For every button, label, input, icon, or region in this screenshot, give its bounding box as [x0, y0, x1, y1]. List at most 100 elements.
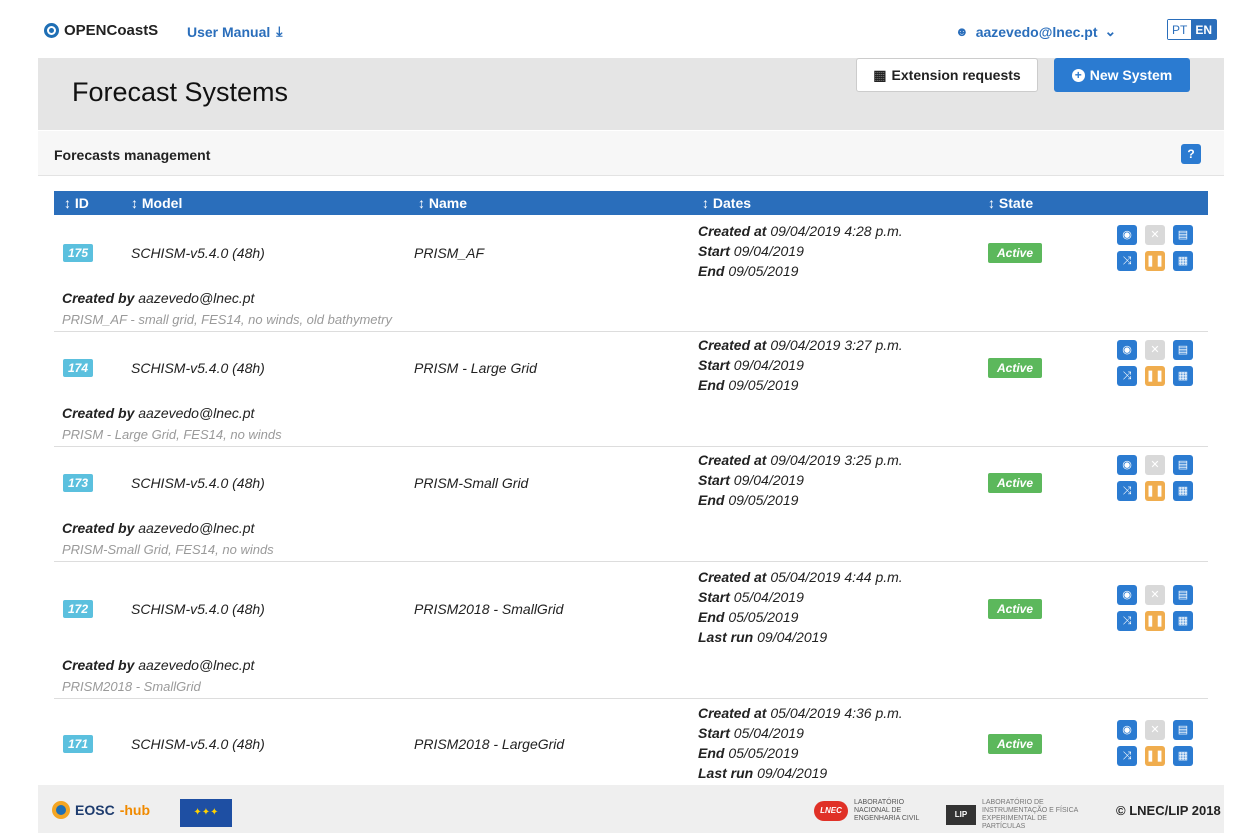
brand-link[interactable]: OPENCoastS: [44, 22, 158, 39]
row-actions: ◉ ✕ ▤ ⤨ ❚❚ ▦: [1117, 585, 1199, 631]
delete-button[interactable]: ✕: [1145, 340, 1165, 360]
pause-button[interactable]: ❚❚: [1145, 746, 1165, 766]
model-cell: SCHISM-v5.4.0 (48h): [131, 736, 265, 752]
shuffle-button[interactable]: ⤨: [1117, 366, 1137, 386]
pause-button[interactable]: ❚❚: [1145, 251, 1165, 271]
eosc-hub-text: -hub: [119, 802, 151, 818]
calendar-button[interactable]: ▦: [1173, 746, 1193, 766]
shuffle-icon: ⤨: [1122, 255, 1132, 267]
column-label: Name: [428, 195, 468, 211]
calendar-button[interactable]: ▦: [1173, 366, 1193, 386]
status-badge: Active: [988, 243, 1042, 263]
user-manual-link[interactable]: User Manual ⤓: [187, 23, 282, 40]
view-button[interactable]: ◉: [1117, 720, 1137, 740]
print-button[interactable]: ▤: [1173, 455, 1193, 475]
lang-pt-button[interactable]: PT: [1168, 20, 1192, 39]
eye-icon: ◉: [1122, 229, 1132, 241]
column-header-state[interactable]: ↕ State: [988, 195, 1033, 211]
shuffle-button[interactable]: ⤨: [1117, 481, 1137, 501]
print-button[interactable]: ▤: [1173, 340, 1193, 360]
table-row: 172 SCHISM-v5.4.0 (48h) PRISM2018 - Smal…: [54, 562, 1208, 699]
id-badge[interactable]: 175: [63, 244, 93, 262]
pause-icon: ❚❚: [1145, 255, 1165, 267]
id-badge[interactable]: 171: [63, 735, 93, 753]
id-badge[interactable]: 173: [63, 474, 93, 492]
column-header-name[interactable]: ↕ Name: [418, 195, 467, 211]
start-line: Start 09/04/2019: [698, 241, 903, 261]
page-header: Forecast Systems ▦ Extension requests + …: [38, 58, 1224, 130]
close-icon: ✕: [1150, 229, 1160, 241]
model-cell: SCHISM-v5.4.0 (48h): [131, 601, 265, 617]
eye-icon: ◉: [1122, 724, 1132, 736]
shuffle-icon: ⤨: [1122, 750, 1132, 762]
delete-button[interactable]: ✕: [1145, 225, 1165, 245]
user-icon: ☻: [955, 24, 969, 39]
new-system-label: New System: [1089, 67, 1173, 83]
print-icon: ▤: [1177, 344, 1189, 356]
help-button[interactable]: ?: [1181, 144, 1201, 164]
print-button[interactable]: ▤: [1173, 585, 1193, 605]
close-icon: ✕: [1150, 724, 1160, 736]
print-button[interactable]: ▤: [1173, 720, 1193, 740]
column-label: Dates: [712, 195, 752, 211]
calendar-button[interactable]: ▦: [1173, 611, 1193, 631]
close-icon: ✕: [1150, 459, 1160, 471]
eu-flag-icon: ✦✦✦: [180, 799, 232, 827]
view-button[interactable]: ◉: [1117, 340, 1137, 360]
user-menu[interactable]: ☻ aazevedo@lnec.pt ⌄: [955, 23, 1116, 40]
pause-button[interactable]: ❚❚: [1145, 481, 1165, 501]
column-label: ID: [74, 195, 89, 211]
start-line: Start 09/04/2019: [698, 355, 903, 375]
shuffle-button[interactable]: ⤨: [1117, 251, 1137, 271]
calendar-button[interactable]: ▦: [1173, 251, 1193, 271]
start-value: 05/04/2019: [733, 725, 804, 741]
start-value: 05/04/2019: [733, 589, 804, 605]
pause-button[interactable]: ❚❚: [1145, 366, 1165, 386]
created-at-line: Created at 09/04/2019 4:28 p.m.: [698, 221, 903, 241]
eosc-hub-logo[interactable]: EOSC -hub: [52, 801, 150, 819]
print-icon: ▤: [1177, 459, 1189, 471]
row-actions: ◉ ✕ ▤ ⤨ ❚❚ ▦: [1117, 225, 1199, 271]
delete-button[interactable]: ✕: [1145, 585, 1165, 605]
extension-requests-button[interactable]: ▦ Extension requests: [856, 58, 1038, 92]
column-header-dates[interactable]: ↕ Dates: [702, 195, 751, 211]
download-icon: ⤓: [276, 23, 283, 39]
column-header-model[interactable]: ↕ Model: [131, 195, 182, 211]
id-badge[interactable]: 172: [63, 600, 93, 618]
delete-button[interactable]: ✕: [1145, 455, 1165, 475]
created-at-line: Created at 09/04/2019 3:25 p.m.: [698, 450, 903, 470]
calendar-icon: ▦: [1177, 485, 1189, 497]
view-button[interactable]: ◉: [1117, 225, 1137, 245]
lip-logo[interactable]: LIP LABORATÓRIO DE INSTRUMENTAÇÃO E FÍSI…: [946, 799, 1082, 831]
print-button[interactable]: ▤: [1173, 225, 1193, 245]
last-run-label: Last run: [698, 765, 754, 781]
id-badge[interactable]: 174: [63, 359, 93, 377]
created-at-line: Created at 09/04/2019 3:27 p.m.: [698, 335, 903, 355]
created-at-line: Created at 05/04/2019 4:44 p.m.: [698, 567, 903, 587]
lip-text: LABORATÓRIO DE INSTRUMENTAÇÃO E FÍSICA E…: [982, 799, 1078, 830]
calendar-button[interactable]: ▦: [1173, 481, 1193, 501]
created-by-value: aazevedo@lnec.pt: [138, 405, 255, 421]
created-at-label: Created at: [698, 337, 767, 353]
shuffle-button[interactable]: ⤨: [1117, 611, 1137, 631]
lang-en-button[interactable]: EN: [1191, 20, 1217, 39]
name-cell: PRISM - Large Grid: [414, 360, 537, 376]
column-header-id[interactable]: ↕ ID: [64, 195, 89, 211]
shuffle-icon: ⤨: [1122, 370, 1132, 382]
lnec-logo[interactable]: LNEC LABORATÓRIO NACIONAL DE ENGENHARIA …: [814, 799, 924, 823]
delete-button[interactable]: ✕: [1145, 720, 1165, 740]
created-at-value: 09/04/2019 3:27 p.m.: [770, 337, 903, 353]
created-by: Created by aazevedo@lnec.pt: [62, 290, 254, 306]
shuffle-icon: ⤨: [1122, 615, 1132, 627]
view-button[interactable]: ◉: [1117, 585, 1137, 605]
view-button[interactable]: ◉: [1117, 455, 1137, 475]
pause-icon: ❚❚: [1145, 485, 1165, 497]
pause-button[interactable]: ❚❚: [1145, 611, 1165, 631]
created-by-value: aazevedo@lnec.pt: [138, 290, 255, 306]
end-line: End 05/05/2019: [698, 743, 903, 763]
new-system-button[interactable]: + New System: [1054, 58, 1190, 92]
last-run-line: Last run 09/04/2019: [698, 763, 903, 783]
start-value: 09/04/2019: [733, 357, 804, 373]
end-label: End: [698, 263, 725, 279]
shuffle-button[interactable]: ⤨: [1117, 746, 1137, 766]
